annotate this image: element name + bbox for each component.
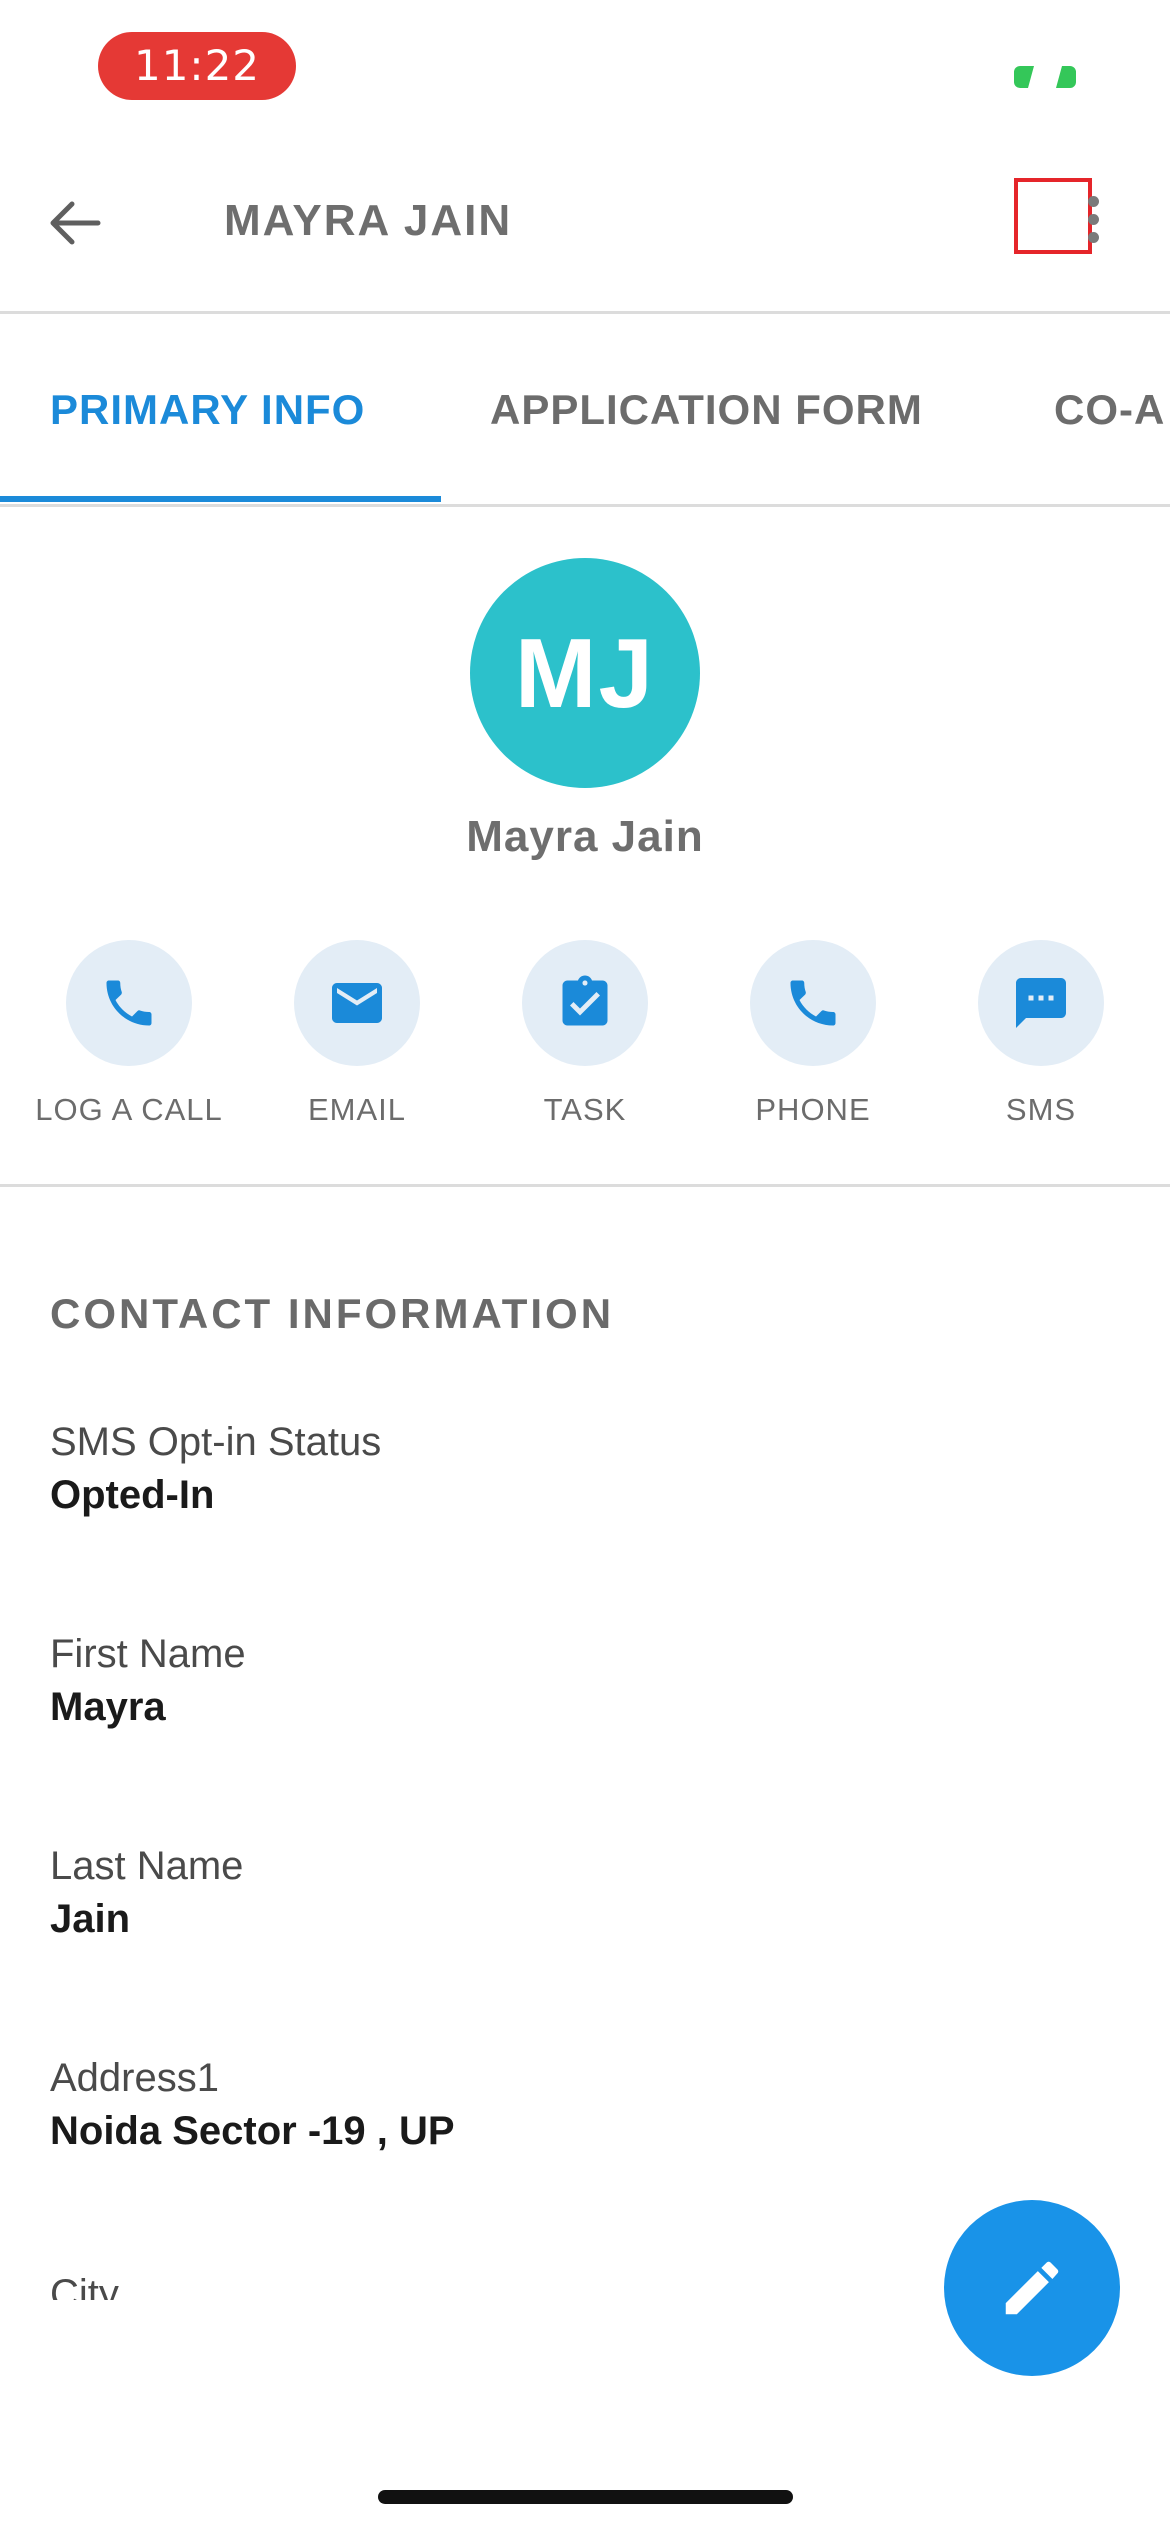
tab-primary-info[interactable]: PRIMARY INFO (50, 386, 365, 434)
email-button[interactable]: EMAIL (252, 940, 462, 1128)
task-label: TASK (543, 1092, 627, 1127)
phone-icon (106, 980, 152, 1026)
back-arrow-icon[interactable] (42, 190, 108, 256)
field-label: First Name (50, 1632, 246, 1676)
home-indicator[interactable] (378, 2490, 793, 2504)
field-city: City (50, 2270, 119, 2300)
phone-circle (750, 940, 876, 1066)
status-time: 11:22 (98, 32, 296, 100)
field-label: City (50, 2272, 119, 2300)
clipboard-check-icon (562, 975, 608, 1026)
app-header: MAYRA JAIN (0, 160, 1170, 312)
email-label: EMAIL (307, 1092, 407, 1127)
battery-icon (1014, 66, 1076, 88)
task-button[interactable]: TASK (480, 940, 690, 1128)
field-value: Opted-In (50, 1473, 215, 1517)
phone-label: PHONE (755, 1092, 871, 1127)
avatar: MJ (470, 558, 700, 788)
field-value: Jain (50, 1897, 131, 1941)
field-label: Address1 (50, 2056, 219, 2100)
log-a-call-button[interactable]: LOG A CALL (24, 940, 234, 1128)
field-address1: Address1 Noida Sector -19 , UP (50, 2056, 455, 2154)
field-first-name: First Name Mayra (50, 1632, 246, 1730)
field-label: Last Name (50, 1844, 244, 1888)
more-vert-icon[interactable] (1086, 196, 1102, 252)
log-a-call-circle (66, 940, 192, 1066)
tab-application-form[interactable]: APPLICATION FORM (490, 386, 923, 434)
profile-name: Mayra Jain (466, 812, 704, 861)
field-value: Mayra (50, 1685, 166, 1729)
sms-circle (978, 940, 1104, 1066)
email-circle (294, 940, 420, 1066)
field-value: Noida Sector -19 , UP (50, 2109, 455, 2153)
edit-fab-button[interactable] (944, 2200, 1120, 2376)
actions-divider (0, 1184, 1170, 1187)
field-label: SMS Opt-in Status (50, 1420, 382, 1464)
tab-co-applicant[interactable]: CO-A (1054, 386, 1165, 434)
quick-actions: LOG A CALL EMAIL TASK PHONE SMS (0, 940, 1170, 1140)
tab-bar: PRIMARY INFO APPLICATION FORM CO-A (0, 314, 1170, 506)
phone-icon (790, 980, 836, 1026)
task-circle (522, 940, 648, 1066)
mail-icon (332, 983, 382, 1023)
active-tab-indicator (0, 496, 441, 502)
phone-button[interactable]: PHONE (708, 940, 918, 1128)
more-options-button[interactable] (1014, 178, 1092, 254)
log-a-call-label: LOG A CALL (35, 1092, 223, 1127)
field-sms-opt-in: SMS Opt-in Status Opted-In (50, 1420, 381, 1518)
sms-label: SMS (1005, 1092, 1077, 1127)
field-last-name: Last Name Jain (50, 1844, 243, 1942)
pencil-icon (1005, 2261, 1059, 2315)
tabs-divider (0, 504, 1170, 507)
section-title: CONTACT INFORMATION (50, 1290, 615, 1337)
sms-button[interactable]: SMS (936, 940, 1146, 1128)
page-title: MAYRA JAIN (224, 196, 513, 245)
message-icon (1016, 978, 1066, 1028)
